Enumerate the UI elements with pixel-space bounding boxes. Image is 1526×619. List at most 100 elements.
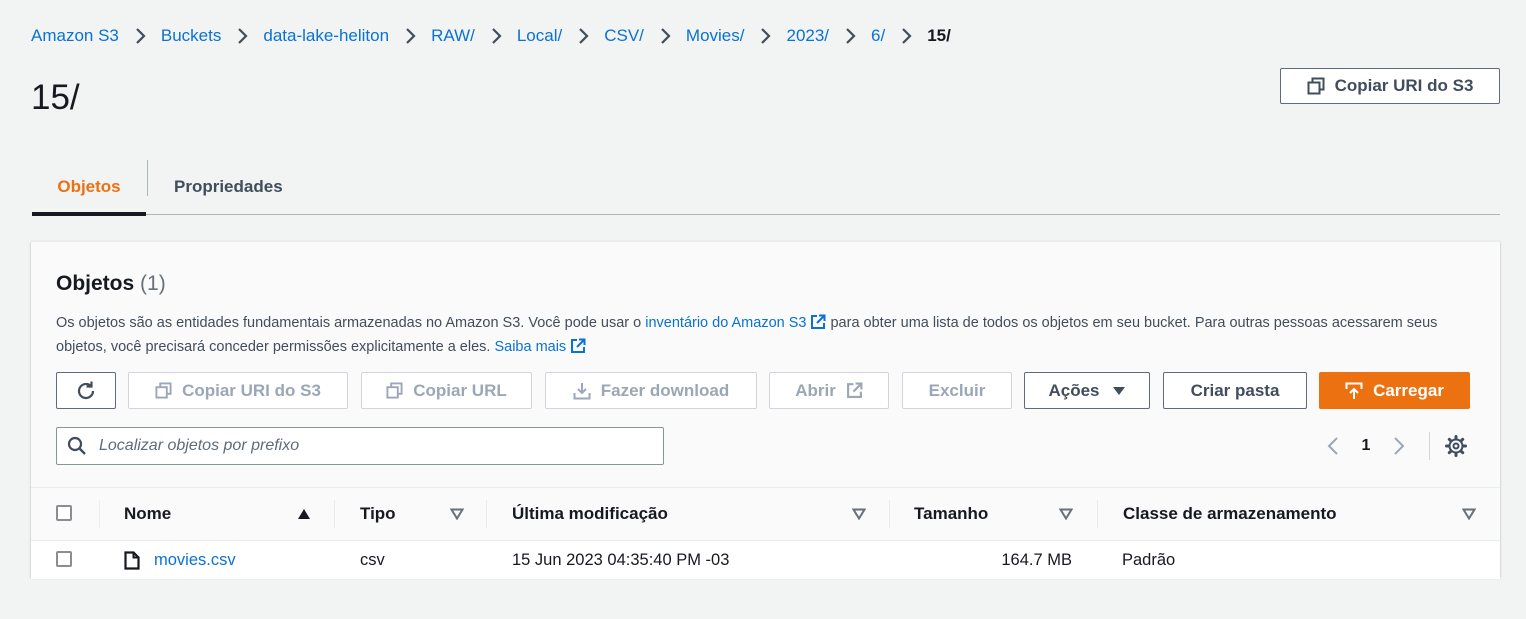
refresh-button[interactable]: [56, 372, 116, 409]
chevron-right-icon: [389, 27, 431, 45]
copy-icon: [155, 382, 172, 399]
chevron-right-icon: [1394, 437, 1405, 455]
row-checkbox[interactable]: [56, 551, 72, 567]
column-header-tipo[interactable]: Tipo: [360, 488, 486, 540]
chevron-right-icon: [829, 27, 871, 45]
column-divider: [1097, 500, 1098, 528]
pagination: 1: [1319, 427, 1470, 465]
upload-label: Carregar: [1373, 380, 1444, 400]
copy-s3-uri-button-toolbar[interactable]: Copiar URI do S3: [128, 372, 348, 409]
external-link-icon: [571, 338, 586, 353]
objects-table: Nome Tipo Última modificação Tamanho Cla…: [31, 487, 1500, 579]
external-link-icon: [811, 314, 826, 329]
breadcrumb: Amazon S3 Buckets data-lake-heliton RAW/…: [31, 22, 951, 50]
chevron-right-icon: [562, 27, 604, 45]
description-text-1: Os objetos são as entidades fundamentais…: [56, 315, 646, 331]
sort-ascending-icon: [298, 509, 310, 519]
breadcrumb-csv[interactable]: CSV/: [604, 26, 644, 46]
column-size-label: Tamanho: [914, 504, 989, 523]
column-header-nome[interactable]: Nome: [124, 488, 334, 540]
breadcrumb-2023[interactable]: 2023/: [786, 26, 829, 46]
previous-page-button[interactable]: [1319, 432, 1347, 460]
objects-count: (1): [140, 272, 166, 295]
chevron-right-icon: [119, 27, 161, 45]
cell-name: movies.csv: [124, 541, 236, 579]
objects-panel-title: Objetos (1): [56, 272, 166, 296]
refresh-icon: [77, 381, 95, 399]
copy-s3-uri-button[interactable]: Copiar URI do S3: [1280, 68, 1500, 104]
external-link-icon: [846, 382, 863, 398]
column-header-classe[interactable]: Classe de armazenamento: [1123, 488, 1483, 540]
search-input[interactable]: [97, 436, 641, 456]
copy-url-label: Copiar URL: [413, 380, 507, 400]
chevron-right-icon: [644, 27, 686, 45]
download-button[interactable]: Fazer download: [545, 372, 757, 409]
table-row[interactable]: movies.csv csv 15 Jun 2023 04:35:40 PM -…: [31, 541, 1500, 579]
s3-inventory-link[interactable]: inventário do Amazon S3: [645, 314, 826, 331]
tab-bar: Objetos Propriedades: [32, 160, 1500, 216]
upload-icon: [1345, 382, 1363, 399]
cell-modified: 15 Jun 2023 04:35:40 PM -03: [512, 550, 730, 569]
sort-icon: [450, 508, 464, 520]
actions-dropdown[interactable]: Ações: [1024, 372, 1150, 409]
copy-icon: [386, 382, 403, 399]
chevron-left-icon: [1327, 437, 1338, 455]
column-divider: [334, 500, 335, 528]
tab-objetos[interactable]: Objetos: [32, 160, 146, 216]
breadcrumb-bucket[interactable]: data-lake-heliton: [263, 26, 389, 46]
current-page-number[interactable]: 1: [1347, 437, 1385, 455]
actions-label: Ações: [1048, 380, 1100, 400]
cell-storage-class: Padrão: [1122, 550, 1176, 569]
upload-button[interactable]: Carregar: [1319, 372, 1470, 409]
download-icon: [573, 382, 591, 399]
breadcrumb-local[interactable]: Local/: [517, 26, 562, 46]
table-header: Nome Tipo Última modificação Tamanho Cla…: [31, 487, 1500, 541]
sort-icon: [1059, 508, 1073, 520]
copy-s3-uri-toolbar-label: Copiar URI do S3: [182, 380, 321, 400]
breadcrumb-amazon-s3[interactable]: Amazon S3: [31, 26, 119, 46]
preferences-button[interactable]: [1442, 432, 1470, 460]
chevron-right-icon: [744, 27, 786, 45]
breadcrumb-movies[interactable]: Movies/: [686, 26, 745, 46]
column-storage-class-label: Classe de armazenamento: [1123, 504, 1337, 523]
file-icon: [124, 550, 140, 570]
next-page-button[interactable]: [1385, 432, 1413, 460]
tab-divider: [147, 160, 148, 196]
search-box: [56, 427, 664, 465]
open-label: Abrir: [795, 380, 836, 400]
column-nome-label: Nome: [124, 504, 172, 523]
copy-s3-uri-label: Copiar URI do S3: [1334, 76, 1474, 95]
create-folder-label: Criar pasta: [1190, 380, 1280, 400]
s3-inventory-link-label: inventário do Amazon S3: [645, 315, 807, 331]
tab-propriedades[interactable]: Propriedades: [174, 160, 283, 214]
page-title: 15/: [31, 78, 80, 117]
cell-type: csv: [360, 550, 385, 569]
objects-title-text: Objetos: [56, 272, 135, 295]
download-label: Fazer download: [600, 380, 730, 400]
caret-down-icon: [1112, 386, 1125, 395]
object-name-link[interactable]: movies.csv: [154, 551, 236, 570]
breadcrumb-6[interactable]: 6/: [871, 26, 885, 46]
select-all-checkbox[interactable]: [56, 505, 72, 521]
column-header-tamanho[interactable]: Tamanho: [914, 488, 1097, 540]
sort-icon: [1462, 508, 1476, 520]
breadcrumb-raw[interactable]: RAW/: [431, 26, 475, 46]
column-modified-label: Última modificação: [512, 504, 668, 523]
breadcrumb-current: 15/: [927, 26, 951, 45]
delete-button[interactable]: Excluir: [902, 372, 1012, 409]
copy-icon: [1307, 77, 1325, 95]
column-divider: [889, 500, 890, 528]
objects-toolbar: Copiar URI do S3 Copiar URL Fazer downlo…: [56, 372, 1470, 409]
chevron-right-icon: [221, 27, 263, 45]
chevron-right-icon: [475, 27, 517, 45]
open-button[interactable]: Abrir: [769, 372, 889, 409]
learn-more-link[interactable]: Saiba mais: [494, 338, 586, 355]
learn-more-link-label: Saiba mais: [494, 339, 567, 355]
gear-icon: [1445, 435, 1467, 457]
breadcrumb-buckets[interactable]: Buckets: [161, 26, 221, 46]
create-folder-button[interactable]: Criar pasta: [1163, 372, 1307, 409]
cell-size: 164.7 MB: [1001, 550, 1072, 569]
objects-description: Os objetos são as entidades fundamentais…: [56, 311, 1476, 359]
column-header-ultima-modificacao[interactable]: Última modificação: [512, 488, 889, 540]
copy-url-button[interactable]: Copiar URL: [361, 372, 532, 409]
